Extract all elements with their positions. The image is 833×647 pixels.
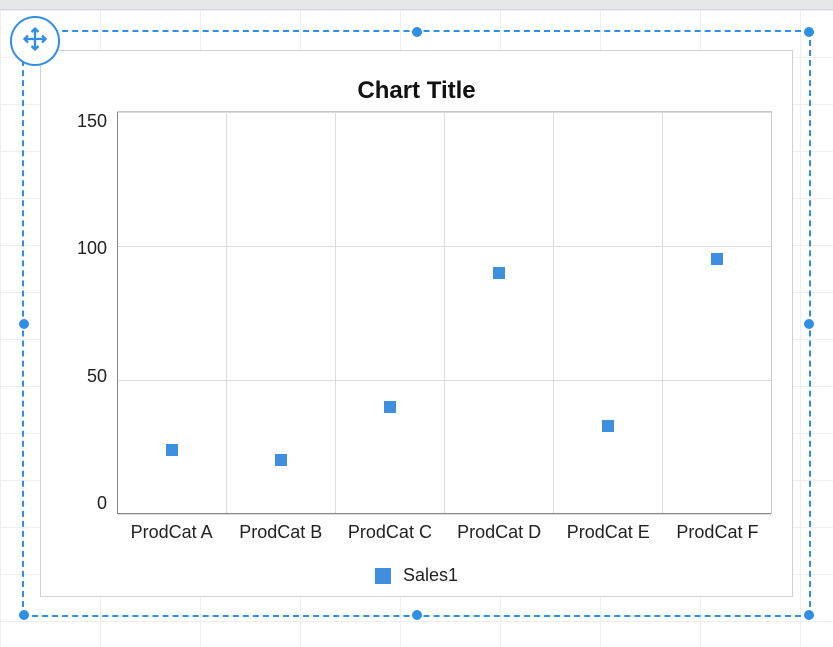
plot-area[interactable] [117, 111, 772, 514]
x-tick-label: ProdCat F [663, 514, 772, 543]
data-point[interactable] [275, 454, 287, 466]
x-tick-label: ProdCat B [226, 514, 335, 543]
resize-handle-bottom-left[interactable] [19, 610, 29, 620]
gridline-vertical [226, 112, 227, 514]
legend-swatch-icon [375, 568, 391, 584]
x-axis-line [117, 513, 771, 514]
legend-series-label: Sales1 [403, 565, 458, 586]
data-point[interactable] [602, 420, 614, 432]
resize-handle-top-right[interactable] [804, 27, 814, 37]
x-tick-label: ProdCat C [335, 514, 444, 543]
gridline-vertical [662, 112, 663, 514]
gridline-vertical [335, 112, 336, 514]
y-axis-line [117, 112, 118, 514]
data-point[interactable] [711, 253, 723, 265]
report-designer-canvas: Chart Title 150 100 50 0 ProdCat AProdCat B… [0, 0, 833, 647]
resize-handle-bottom-middle[interactable] [412, 610, 422, 620]
data-point[interactable] [493, 267, 505, 279]
chart-item[interactable]: Chart Title 150 100 50 0 ProdCat AProdCat B… [40, 50, 793, 597]
y-tick-label: 0 [97, 493, 107, 514]
resize-handle-middle-right[interactable] [804, 319, 814, 329]
gridline-vertical [553, 112, 554, 514]
resize-handle-bottom-right[interactable] [804, 610, 814, 620]
y-tick-label: 50 [87, 366, 107, 387]
data-point[interactable] [166, 444, 178, 456]
gridline-vertical [444, 112, 445, 514]
resize-handle-middle-left[interactable] [19, 319, 29, 329]
plot-box [117, 111, 772, 514]
chart-title[interactable]: Chart Title [61, 77, 772, 105]
resize-handle-top-middle[interactable] [412, 27, 422, 37]
x-tick-label: ProdCat A [117, 514, 226, 543]
data-point[interactable] [384, 401, 396, 413]
move-handle[interactable] [10, 16, 60, 66]
x-tick-label: ProdCat D [445, 514, 554, 543]
x-tick-label: ProdCat E [554, 514, 663, 543]
ruler-strip [0, 0, 833, 10]
move-arrows-icon [21, 25, 49, 58]
gridline-horizontal [117, 514, 771, 515]
x-axis-labels: ProdCat AProdCat BProdCat CProdCat DProd… [117, 514, 772, 543]
y-tick-label: 150 [77, 111, 107, 132]
y-tick-label: 100 [77, 238, 107, 259]
chart-body: 150 100 50 0 [61, 111, 772, 514]
y-axis: 150 100 50 0 [61, 111, 117, 514]
legend[interactable]: Sales1 [61, 565, 772, 586]
